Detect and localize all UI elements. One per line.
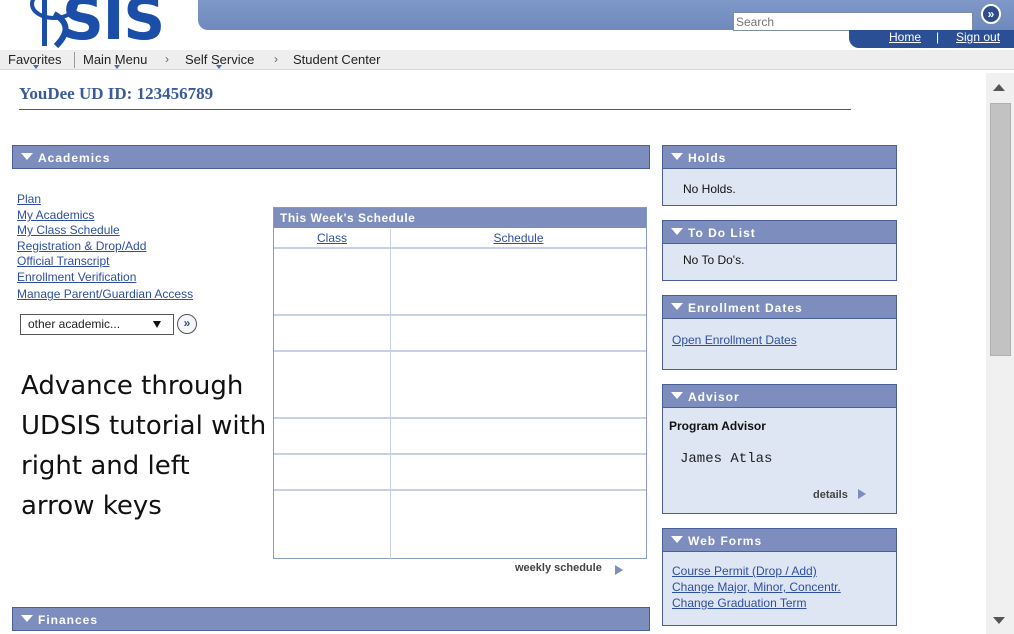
- schedule-column-divider: [390, 229, 391, 559]
- todo-title: To Do List: [688, 226, 756, 240]
- weekly-schedule-link[interactable]: weekly schedule: [515, 562, 602, 575]
- other-academic-go-button[interactable]: »: [177, 314, 197, 334]
- arrow-right-icon[interactable]: [615, 565, 623, 575]
- logo-text: SIS: [62, 0, 165, 50]
- favorites-caret-icon: [33, 65, 39, 69]
- breadcrumb-arrow-icon: ›: [274, 52, 278, 66]
- course-permit-link[interactable]: Course Permit (Drop / Add): [672, 564, 817, 578]
- collapse-triangle-icon: [671, 303, 683, 310]
- search-input[interactable]: [733, 12, 973, 31]
- collapse-triangle-icon: [671, 536, 683, 543]
- tutorial-instructions: Advance through UDSIS tutorial with righ…: [21, 371, 267, 521]
- other-academic-select[interactable]: other academic...: [20, 314, 174, 335]
- scroll-thumb[interactable]: [990, 103, 1011, 356]
- change-graduation-term-link[interactable]: Change Graduation Term: [672, 596, 807, 610]
- finances-header[interactable]: Finances: [12, 607, 650, 631]
- signout-link[interactable]: Sign out: [956, 30, 1000, 44]
- schedule-title: This Week's Schedule: [274, 208, 646, 228]
- schedule-col-schedule[interactable]: Schedule: [391, 229, 646, 247]
- advisor-title: Advisor: [688, 390, 740, 404]
- collapse-triangle-icon: [671, 228, 683, 235]
- breadcrumb-divider: [74, 52, 75, 68]
- scroll-down-icon[interactable]: [993, 617, 1005, 624]
- search-go-button[interactable]: »: [981, 4, 1001, 24]
- schedule-row-divider: [274, 314, 646, 316]
- arrow-right-icon[interactable]: [858, 489, 866, 499]
- web-forms-title: Web Forms: [688, 534, 763, 548]
- plan-link[interactable]: Plan: [17, 192, 41, 206]
- self-service-caret-icon: [216, 65, 222, 69]
- schedule-row-divider: [274, 417, 646, 419]
- academics-header[interactable]: Academics: [12, 145, 650, 169]
- change-major-link[interactable]: Change Major, Minor, Concentr.: [672, 580, 841, 594]
- header-link-separator: |: [936, 30, 940, 44]
- collapse-triangle-icon: [21, 153, 33, 160]
- web-forms-header[interactable]: Web Forms: [662, 528, 897, 552]
- advisor-details-link[interactable]: details: [813, 489, 848, 502]
- breadcrumb-student-center: Student Center: [293, 52, 381, 67]
- advisor-header[interactable]: Advisor: [662, 384, 897, 408]
- academics-title: Academics: [38, 151, 111, 165]
- todo-text: No To Do's.: [683, 253, 745, 267]
- todo-header[interactable]: To Do List: [662, 220, 897, 244]
- my-academics-link[interactable]: My Academics: [17, 208, 94, 222]
- schedule-row-divider: [274, 247, 646, 249]
- collapse-triangle-icon: [671, 392, 683, 399]
- main-menu-caret-icon: [114, 65, 120, 69]
- open-enrollment-dates-link[interactable]: Open Enrollment Dates: [672, 333, 797, 347]
- schedule-row-divider: [274, 489, 646, 491]
- schedule-table: [273, 207, 647, 559]
- holds-title: Holds: [688, 151, 727, 165]
- enrollment-dates-header[interactable]: Enrollment Dates: [662, 295, 897, 319]
- advisor-name: James Atlas: [680, 451, 773, 467]
- collapse-triangle-icon: [21, 615, 33, 622]
- holds-header[interactable]: Holds: [662, 145, 897, 169]
- collapse-triangle-icon: [671, 153, 683, 160]
- program-advisor-label: Program Advisor: [669, 419, 766, 433]
- breadcrumb-arrow-icon: ›: [165, 52, 169, 66]
- udsis-logo[interactable]: SIS: [24, 0, 196, 50]
- dropdown-caret-icon: [153, 321, 161, 328]
- my-class-schedule-link[interactable]: My Class Schedule: [17, 223, 120, 237]
- manage-parent-access-link[interactable]: Manage Parent/Guardian Access: [17, 287, 193, 301]
- enrollment-dates-title: Enrollment Dates: [688, 301, 803, 315]
- official-transcript-link[interactable]: Official Transcript: [17, 254, 109, 268]
- student-id: YouDee UD ID: 123456789: [19, 84, 214, 103]
- finances-title: Finances: [38, 613, 99, 627]
- id-divider: [19, 109, 851, 110]
- schedule-row-divider: [274, 350, 646, 352]
- enrollment-verification-link[interactable]: Enrollment Verification: [17, 270, 136, 284]
- scroll-up-icon[interactable]: [993, 84, 1005, 91]
- breadcrumb: [0, 50, 1014, 70]
- holds-text: No Holds.: [683, 182, 736, 196]
- home-link[interactable]: Home: [889, 30, 921, 44]
- schedule-col-class[interactable]: Class: [274, 229, 390, 247]
- registration-link[interactable]: Registration & Drop/Add: [17, 239, 146, 253]
- schedule-row-divider: [274, 453, 646, 455]
